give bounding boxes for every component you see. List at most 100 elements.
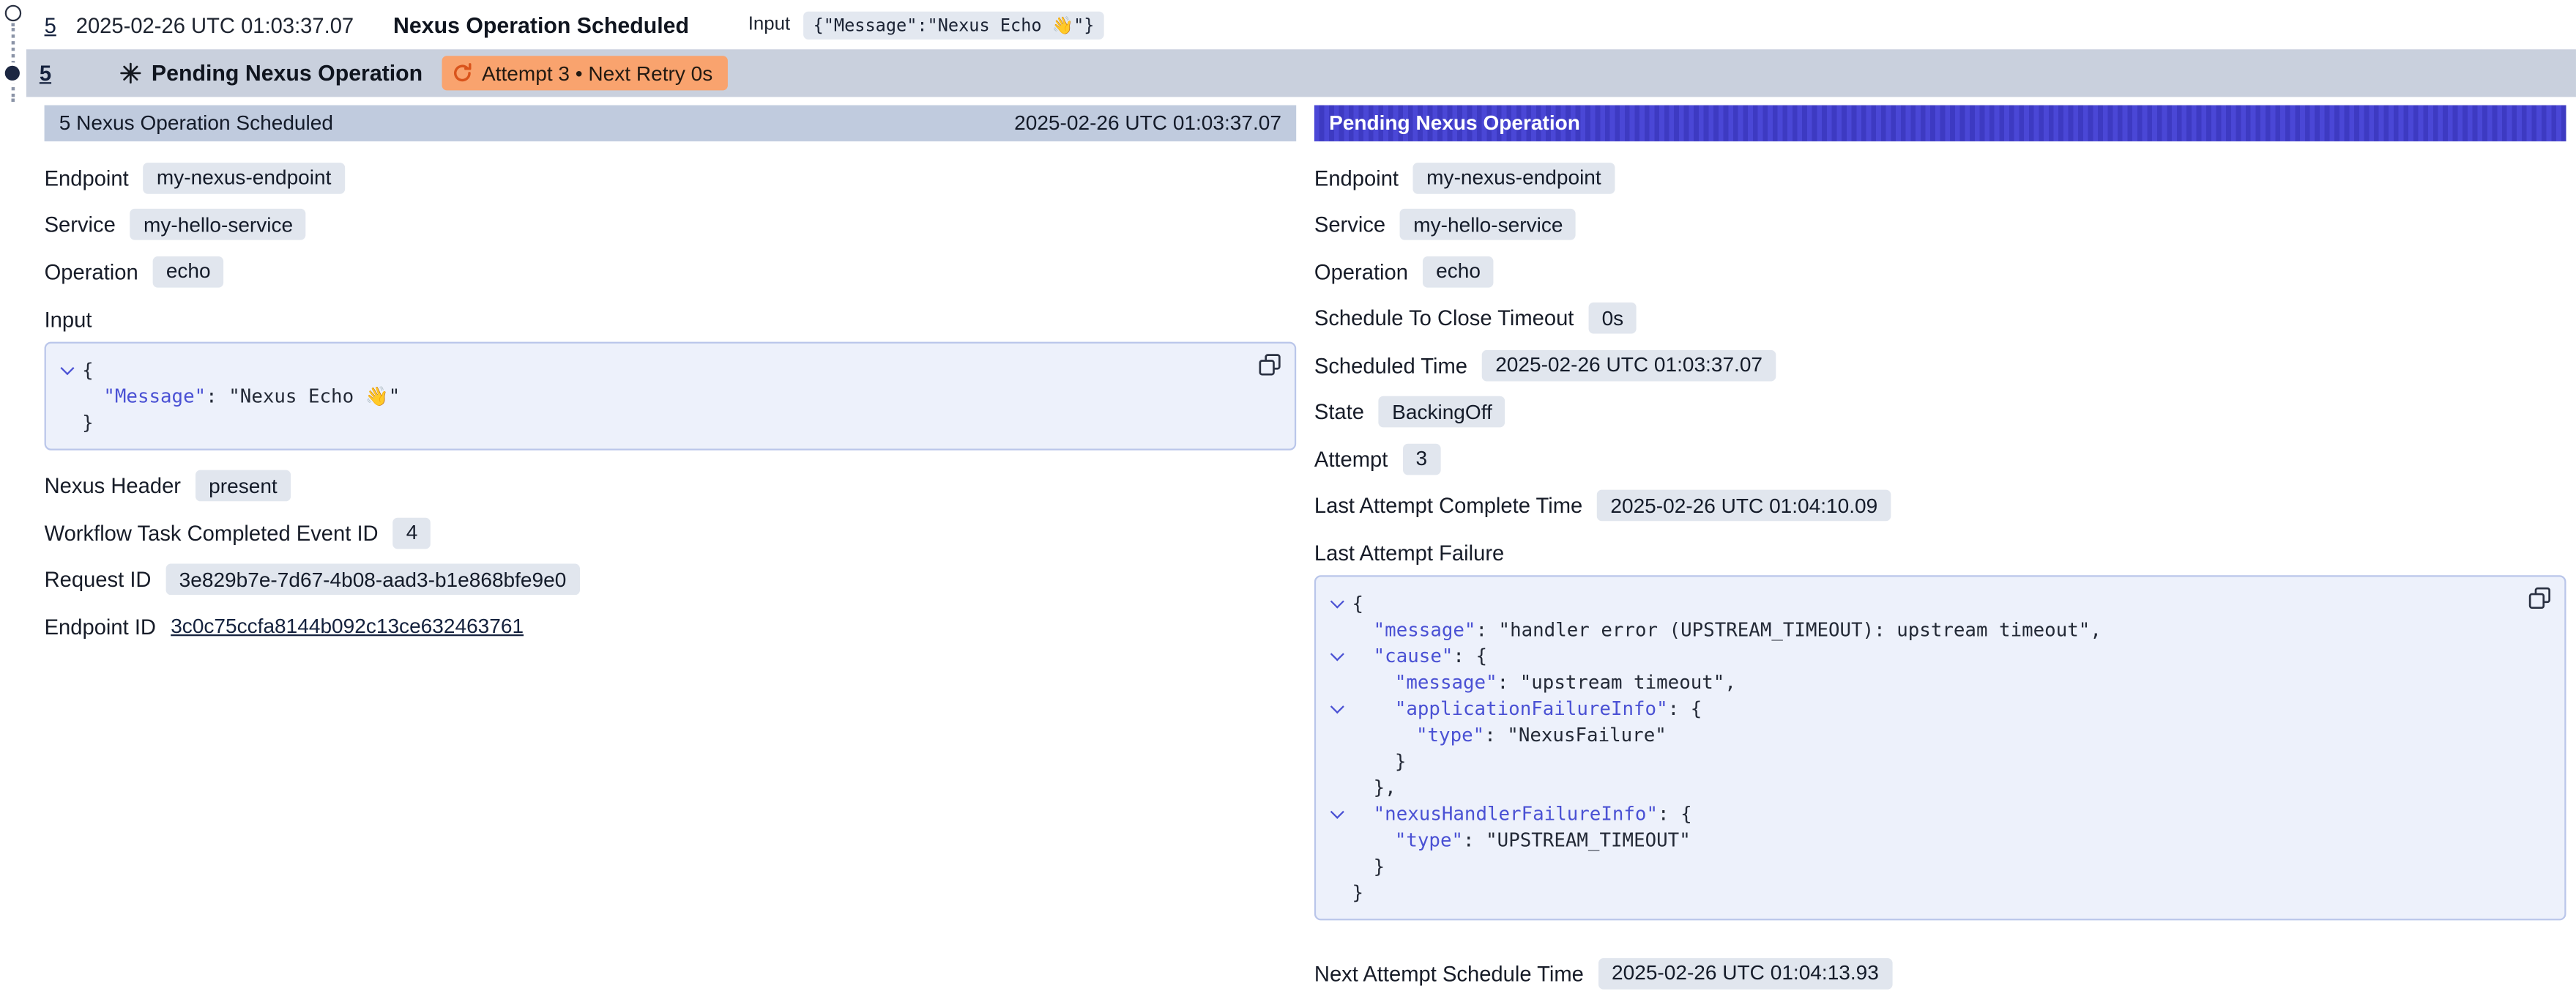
- collapse-chevron-icon[interactable]: [1330, 595, 1344, 609]
- scheduled-fields-top: Endpointmy-nexus-endpoint Service my-hello…: [45, 141, 1297, 295]
- code-line: }: [1322, 748, 2548, 774]
- code-content: "Message": "Nexus Echo 👋": [82, 382, 400, 409]
- code-line: "type": "UPSTREAM_TIMEOUT": [1322, 827, 2548, 853]
- event-timestamp: 2025-02-26 UTC 01:03:37.07: [76, 12, 354, 37]
- pending-fields: Endpointmy-nexus-endpointServicemy-hello…: [1314, 141, 2566, 529]
- code-line: "message": "handler error (UPSTREAM_TIME…: [1322, 616, 2548, 642]
- code-line: {: [53, 356, 1278, 382]
- field-value-badge: 0s: [1589, 303, 1637, 334]
- code-content: "type": "NexusFailure": [1352, 722, 1666, 748]
- collapse-chevron-icon[interactable]: [1330, 700, 1344, 714]
- code-content: },: [1352, 774, 1396, 801]
- code-gutter: [1322, 879, 1352, 905]
- field-value-badge: 3: [1403, 443, 1440, 475]
- field-value-badge: my-hello-service: [130, 209, 306, 240]
- code-gutter: [1322, 642, 1352, 669]
- field-row: Scheduled Time 2025-02-26 UTC 01:03:37.07: [1314, 342, 2566, 389]
- collapse-chevron-icon[interactable]: [1330, 647, 1344, 661]
- scheduled-panel-title: 5 Nexus Operation Scheduled: [59, 112, 333, 135]
- code-line: }: [1322, 853, 2548, 879]
- field-label: Endpoint: [45, 166, 129, 190]
- code-content: }: [1352, 853, 1385, 879]
- failure-section-label: Last Attempt Failure: [1314, 541, 2566, 566]
- scheduled-fields-bottom: Nexus Header present Workflow Task Complet…: [45, 450, 1297, 651]
- code-gutter: [1322, 748, 1352, 774]
- code-gutter: [1322, 853, 1352, 879]
- code-line: },: [1322, 774, 2548, 801]
- field-value-badge: BackingOff: [1379, 396, 1505, 428]
- failure-json-lines: {"message": "handler error (UPSTREAM_TIM…: [1322, 590, 2548, 905]
- code-line: "Message": "Nexus Echo 👋": [53, 382, 1278, 409]
- code-gutter: [1322, 801, 1352, 827]
- code-line: "nexusHandlerFailureInfo": {: [1322, 801, 2548, 827]
- code-content: "message": "handler error (UPSTREAM_TIME…: [1352, 616, 2101, 642]
- code-content: {: [82, 356, 94, 382]
- field-label: Service: [45, 212, 116, 237]
- pending-operation-row[interactable]: 5 Pending Nexus Operation Attempt 3 • Ne…: [26, 49, 2576, 97]
- field-label: Request ID: [45, 568, 152, 593]
- timeline-connector-dotted-line: [12, 23, 15, 102]
- field-row: Next Attempt Schedule Time 2025-02-26 UT…: [1314, 950, 2566, 997]
- code-gutter: [1322, 616, 1352, 642]
- field-value-badge: my-nexus-endpoint: [1413, 163, 1614, 194]
- code-gutter: [1322, 695, 1352, 722]
- code-line: "message": "upstream timeout",: [1322, 669, 2548, 695]
- field-label: Operation: [45, 259, 138, 284]
- collapse-chevron-icon[interactable]: [60, 360, 74, 374]
- code-gutter: [1322, 722, 1352, 748]
- field-label: State: [1314, 400, 1364, 425]
- code-content: }: [1352, 879, 1363, 905]
- field-row: Nexus Header present: [45, 463, 1297, 510]
- copy-icon[interactable]: [2528, 587, 2551, 609]
- pending-panel-title: Pending Nexus Operation: [1329, 112, 1580, 135]
- field-label: Scheduled Time: [1314, 353, 1467, 378]
- code-gutter: [1322, 827, 1352, 853]
- field-label: Schedule To Close Timeout: [1314, 306, 1574, 331]
- retry-badge-text: Attempt 3 • Next Retry 0s: [482, 62, 712, 84]
- field-label: Endpoint ID: [45, 615, 156, 640]
- code-line: }: [53, 409, 1278, 435]
- timeline-pending-node-icon[interactable]: [5, 66, 20, 81]
- event-row-scheduled[interactable]: 5 2025-02-26 UTC 01:03:37.07 Nexus Opera…: [0, 0, 2576, 49]
- pending-panel-header: Pending Nexus Operation: [1314, 105, 2566, 141]
- field-value-badge: 2025-02-26 UTC 01:04:10.09: [1597, 490, 1891, 522]
- code-content: "message": "upstream timeout",: [1352, 669, 1735, 695]
- field-row: Endpoint ID 3c0c75ccfa8144b092c13ce632463…: [45, 603, 1297, 650]
- field-value-badge: echo: [153, 256, 224, 287]
- field-row: State BackingOff: [1314, 389, 2566, 436]
- event-id-link[interactable]: 5: [45, 12, 56, 37]
- code-gutter: [1322, 669, 1352, 695]
- field-value-badge: 3e829b7e-7d67-4b08-aad3-b1e868bfe9e0: [166, 564, 580, 596]
- event-history-view: 5 2025-02-26 UTC 01:03:37.07 Nexus Opera…: [0, 0, 2576, 957]
- code-content: }: [1352, 748, 1406, 774]
- input-section-label: Input: [45, 306, 1297, 331]
- field-value-badge: 2025-02-26 UTC 01:04:13.93: [1598, 957, 1892, 989]
- field-row: Workflow Task Completed Event ID 4: [45, 510, 1297, 557]
- timeline-event-node-icon[interactable]: [5, 5, 21, 21]
- field-row: Operationecho: [1314, 248, 2566, 295]
- collapse-chevron-icon[interactable]: [1330, 805, 1344, 819]
- event-input-preview-badge: {"Message":"Nexus Echo 👋"}: [803, 11, 1104, 39]
- field-label: Nexus Header: [45, 474, 181, 499]
- field-value-badge: 4: [393, 517, 431, 549]
- field-row: Operation echo: [45, 248, 1297, 295]
- copy-icon[interactable]: [1259, 352, 1281, 375]
- field-label: Next Attempt Schedule Time: [1314, 961, 1584, 986]
- code-line: "cause": {: [1322, 642, 2548, 669]
- field-value-link[interactable]: 3c0c75ccfa8144b092c13ce632463761: [171, 615, 524, 638]
- pending-id-link[interactable]: 5: [40, 61, 51, 86]
- code-content: }: [82, 409, 94, 435]
- field-row: Attempt3: [1314, 436, 2566, 483]
- input-json-block: {"Message": "Nexus Echo 👋"}: [45, 341, 1297, 450]
- field-row: Endpointmy-nexus-endpoint: [1314, 155, 2566, 201]
- field-label: Workflow Task Completed Event ID: [45, 521, 379, 546]
- field-value-badge: my-hello-service: [1400, 209, 1576, 240]
- pending-operation-detail-panel: Pending Nexus Operation Endpointmy-nexus…: [1314, 105, 2566, 997]
- field-value-badge: echo: [1423, 256, 1494, 287]
- field-label: Last Attempt Complete Time: [1314, 494, 1582, 519]
- code-line: {: [1322, 590, 2548, 616]
- field-value-badge: 2025-02-26 UTC 01:03:37.07: [1482, 349, 1776, 381]
- event-title: Nexus Operation Scheduled: [393, 12, 689, 37]
- field-row: Endpointmy-nexus-endpoint: [45, 155, 1297, 201]
- field-value-badge: present: [196, 470, 290, 502]
